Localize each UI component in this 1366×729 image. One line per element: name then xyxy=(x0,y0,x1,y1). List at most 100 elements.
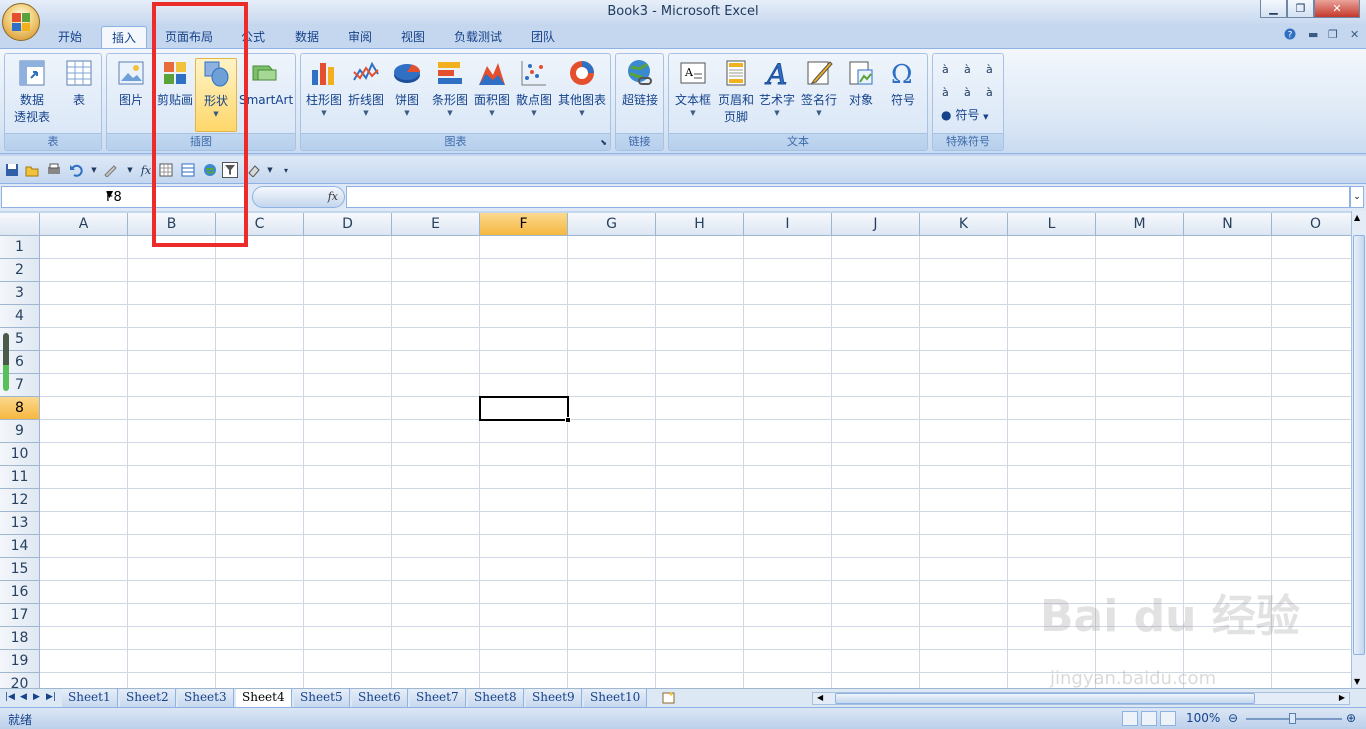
row-header[interactable]: 13 xyxy=(0,512,40,535)
column-header[interactable]: H xyxy=(656,213,744,236)
customize-qat-icon[interactable]: ▾ xyxy=(278,162,294,178)
row-header[interactable]: 3 xyxy=(0,282,40,305)
first-sheet-icon[interactable]: |◀ xyxy=(5,692,15,702)
formula-input[interactable] xyxy=(346,186,1350,208)
vertical-scroll-thumb[interactable] xyxy=(1353,235,1365,655)
textbox-button[interactable]: A 文本框 ▼ xyxy=(671,58,715,117)
page-layout-view-icon[interactable] xyxy=(1141,711,1157,726)
filter-icon[interactable] xyxy=(222,162,238,178)
scroll-up-icon[interactable]: ▲ xyxy=(1354,213,1360,222)
pivot-table-button[interactable]: 数据 透视表 xyxy=(7,58,57,126)
special-symbol-2[interactable]: à xyxy=(964,63,971,76)
clipart-button[interactable]: 剪贴画 xyxy=(153,58,197,109)
next-sheet-icon[interactable]: ▶ xyxy=(33,692,40,702)
office-button[interactable] xyxy=(2,3,40,41)
format-icon[interactable] xyxy=(102,162,118,178)
active-cell[interactable] xyxy=(479,396,571,423)
column-header[interactable]: O xyxy=(1272,213,1351,236)
smartart-button[interactable]: SmartArt xyxy=(239,58,293,109)
sheet-tab[interactable]: Sheet9 xyxy=(526,689,582,707)
doc-minimize-icon[interactable]: ▬ xyxy=(1308,28,1318,41)
special-symbol-1[interactable]: à xyxy=(942,63,949,76)
column-header[interactable]: A xyxy=(40,213,128,236)
signature-line-button[interactable]: 签名行 ▼ xyxy=(799,58,839,117)
wordart-button[interactable]: A 艺术字 ▼ xyxy=(757,58,797,117)
save-icon[interactable] xyxy=(4,162,20,178)
grid-icon[interactable] xyxy=(158,162,174,178)
tab-team[interactable]: 团队 xyxy=(521,26,565,48)
tab-review[interactable]: 审阅 xyxy=(338,26,382,48)
format-dropdown-icon[interactable]: ▼ xyxy=(122,162,138,178)
hyperlink-button[interactable]: 超链接 xyxy=(618,58,662,109)
tab-data[interactable]: 数据 xyxy=(285,26,329,48)
eraser-dropdown-icon[interactable]: ▼ xyxy=(262,162,278,178)
last-sheet-icon[interactable]: ▶| xyxy=(46,692,56,702)
prev-sheet-icon[interactable]: ◀ xyxy=(20,692,27,702)
symbol-button[interactable]: Ω 符号 xyxy=(883,58,923,109)
picture-button[interactable]: 图片 xyxy=(113,58,149,109)
rows-icon[interactable] xyxy=(180,162,196,178)
object-button[interactable]: 对象 xyxy=(841,58,881,109)
row-header[interactable]: 20 xyxy=(0,673,40,688)
column-header[interactable]: L xyxy=(1008,213,1096,236)
globe-icon[interactable] xyxy=(202,162,218,178)
undo-icon[interactable] xyxy=(68,162,84,178)
print-preview-icon[interactable] xyxy=(46,162,62,178)
special-symbol-4[interactable]: à xyxy=(942,86,949,99)
zoom-slider-thumb[interactable] xyxy=(1289,713,1296,724)
row-header[interactable]: 18 xyxy=(0,627,40,650)
row-header[interactable]: 14 xyxy=(0,535,40,558)
row-header[interactable]: 17 xyxy=(0,604,40,627)
row-header[interactable]: 15 xyxy=(0,558,40,581)
name-box-dropdown-icon[interactable]: ▼ xyxy=(106,190,244,200)
zoom-level[interactable]: 100% xyxy=(1186,711,1220,725)
tab-home[interactable]: 开始 xyxy=(48,26,92,48)
horizontal-scrollbar[interactable]: ◀ ▶ xyxy=(812,692,1350,705)
close-button[interactable]: ✕ xyxy=(1314,0,1360,18)
zoom-in-icon[interactable]: ⊕ xyxy=(1346,711,1356,725)
sheet-tab[interactable]: Sheet6 xyxy=(352,689,408,707)
column-header[interactable]: N xyxy=(1184,213,1272,236)
eraser-icon[interactable] xyxy=(246,162,262,178)
doc-restore-icon[interactable]: ❐ xyxy=(1328,28,1338,41)
row-header[interactable]: 12 xyxy=(0,489,40,512)
column-header[interactable]: F xyxy=(480,213,568,236)
horizontal-scroll-thumb[interactable] xyxy=(835,693,1255,704)
sheet-tab[interactable]: Sheet3 xyxy=(178,689,234,707)
fill-handle[interactable] xyxy=(565,417,571,423)
area-chart-button[interactable]: 面积图 ▼ xyxy=(471,58,513,117)
column-header[interactable]: D xyxy=(304,213,392,236)
help-icon[interactable]: ? xyxy=(1284,28,1296,43)
shapes-button[interactable]: 形状 ▼ xyxy=(195,58,237,132)
row-header[interactable]: 8 xyxy=(0,397,40,420)
special-symbol-3[interactable]: à xyxy=(986,63,993,76)
sheet-tab[interactable]: Sheet7 xyxy=(410,689,466,707)
row-header[interactable]: 1 xyxy=(0,236,40,259)
sheet-tab[interactable]: Sheet8 xyxy=(468,689,524,707)
scroll-left-icon[interactable]: ◀ xyxy=(817,693,823,702)
sheet-tab[interactable]: Sheet1 xyxy=(62,689,118,707)
row-header[interactable]: 11 xyxy=(0,466,40,489)
column-header[interactable]: I xyxy=(744,213,832,236)
restore-button[interactable]: ❐ xyxy=(1287,0,1314,18)
sheet-tab[interactable]: Sheet4 xyxy=(236,689,292,707)
row-header[interactable]: 2 xyxy=(0,259,40,282)
bar-chart-button[interactable]: 条形图 ▼ xyxy=(429,58,471,117)
row-header[interactable]: 9 xyxy=(0,420,40,443)
special-symbol-more-button[interactable]: ● 符号 ▼ xyxy=(941,106,989,123)
column-header[interactable]: E xyxy=(392,213,480,236)
special-symbol-6[interactable]: à xyxy=(986,86,993,99)
row-header[interactable]: 16 xyxy=(0,581,40,604)
scroll-right-icon[interactable]: ▶ xyxy=(1339,693,1345,702)
row-header[interactable]: 10 xyxy=(0,443,40,466)
tab-formulas[interactable]: 公式 xyxy=(231,26,275,48)
insert-sheet-icon[interactable] xyxy=(662,691,676,707)
pie-chart-button[interactable]: 饼图 ▼ xyxy=(389,58,425,117)
header-footer-button[interactable]: 页眉和 页脚 xyxy=(715,58,757,126)
select-all-button[interactable] xyxy=(0,213,40,236)
scatter-chart-button[interactable]: 散点图 ▼ xyxy=(513,58,555,117)
column-header[interactable]: B xyxy=(128,213,216,236)
column-header[interactable]: J xyxy=(832,213,920,236)
expand-formula-bar-icon[interactable]: ⌄ xyxy=(1350,186,1364,208)
tab-load-test[interactable]: 负载测试 xyxy=(444,26,512,48)
